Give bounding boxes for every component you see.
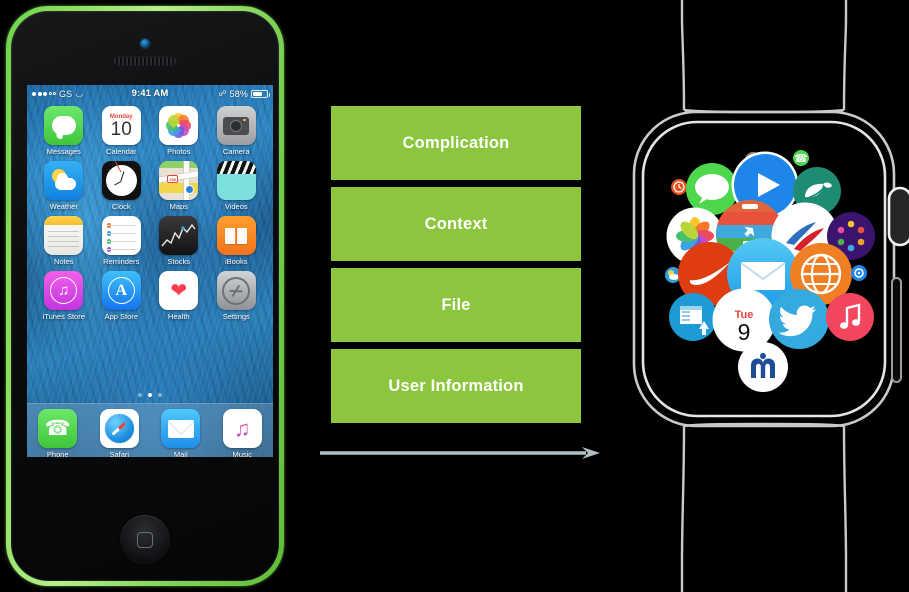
box-user-information[interactable]: User Information [331,349,581,423]
app-itunes-store[interactable]: ♫ iTunes Store [35,271,93,321]
clock-label: 9:41 AM [131,88,169,99]
app-label: Reminders [103,257,140,266]
dock-item-safari[interactable]: Safari [99,409,139,457]
photos-icon [159,106,199,145]
maps-icon: 280 [159,161,199,200]
iphone-body: GS ◡ 9:41 AM ☍ 58% Messages Monday 10 Ca… [11,11,279,581]
dock-label: Safari [109,450,130,457]
health-icon: ❤ [159,271,199,310]
app-store-icon: A [101,271,141,310]
side-button[interactable] [891,277,902,383]
safari-icon [99,409,139,448]
status-bar: GS ◡ 9:41 AM ☍ 58% [27,85,273,102]
box-label: Complication [402,133,510,152]
app-label: Weather [49,202,78,211]
settings-gear-small-icon[interactable] [851,265,867,281]
box-context[interactable]: Context [331,187,581,261]
app-camera[interactable]: Camera [208,106,266,156]
app-label: Photos [167,147,191,156]
app-calendar[interactable]: Monday 10 Calendar [93,106,151,156]
clock-icon [101,161,141,200]
calendar-day-label: 10 [110,118,132,140]
app-label: iTunes Store [42,312,85,321]
app-maps[interactable]: 280 Maps [150,161,208,211]
app-label: Notes [53,257,74,266]
app-weather[interactable]: Weather [35,161,93,211]
app-label: Clock [111,202,131,211]
app-label: Stocks [167,257,190,266]
app-health[interactable]: ❤ Health [150,271,208,321]
calendar-day-label: 9 [737,318,751,345]
mail-icon [161,409,201,448]
transfer-arrow [320,447,600,459]
dock-label: Mail [173,450,188,457]
videos-icon [216,161,256,200]
front-camera-icon [140,39,150,48]
calendar-icon[interactable]: Tue 9 [715,291,773,349]
iphone-device: GS ◡ 9:41 AM ☍ 58% Messages Monday 10 Ca… [6,6,284,586]
weather-icon [44,161,84,200]
itunes-store-icon: ♫ [44,271,84,310]
app-videos[interactable]: Videos [208,161,266,211]
app-label: Videos [224,202,248,211]
app-clock[interactable]: Clock [93,161,151,211]
maps-shield-label: 280 [167,175,179,183]
twitter-icon[interactable] [769,289,829,349]
dock-label: Music [232,450,253,457]
phone-small-icon[interactable]: ☎ [793,150,809,166]
dock-item-music[interactable]: ♫ Music [222,409,262,457]
iphone-screen[interactable]: GS ◡ 9:41 AM ☍ 58% Messages Monday 10 Ca… [27,85,273,457]
app-label: Maps [169,202,188,211]
music-icon: ♫ [222,409,262,448]
dock-label: Phone [46,450,69,457]
app-notes[interactable]: Notes [35,216,93,266]
box-label: Context [424,214,488,233]
messages-icon [44,106,84,145]
stocks-icon [159,216,199,255]
apple-watch-device: ☎ Tue 9 [620,0,909,592]
app-label: Camera [222,147,250,156]
app-label: App Store [104,312,138,321]
home-button[interactable] [120,515,170,565]
battery-icon [251,89,270,98]
app-label: iBooks [224,257,248,266]
box-file[interactable]: File [331,268,581,342]
music-icon[interactable] [826,293,874,341]
keynote-icon[interactable] [669,293,717,341]
settings-icon [216,271,256,310]
app-label: Settings [222,312,250,321]
dock-item-phone[interactable]: ☎ Phone [38,409,78,457]
app-settings[interactable]: Settings [208,271,266,321]
box-complication[interactable]: Complication [331,106,581,180]
app-photos[interactable]: Photos [150,106,208,156]
app-reminders[interactable]: Reminders [93,216,151,266]
data-type-boxes: Complication Context File User Informati… [331,106,581,430]
camera-icon [216,106,256,145]
app-icon-grid: Messages Monday 10 Calendar Photos Camer… [27,106,273,321]
app-stocks[interactable]: Stocks [150,216,208,266]
box-label: File [441,295,471,314]
app-messages[interactable]: Messages [35,106,93,156]
notes-icon [44,216,84,255]
clock-small-icon[interactable] [671,179,687,195]
watch-home-screen[interactable]: ☎ Tue 9 [651,139,875,407]
app-app-store[interactable]: A App Store [93,271,151,321]
reminders-icon [101,216,141,255]
phone-icon: ☎ [38,409,78,448]
ibooks-icon [216,216,256,255]
dock-item-mail[interactable]: Mail [161,409,201,457]
app-ibooks[interactable]: iBooks [208,216,266,266]
app-label: Health [167,312,190,321]
page-indicator-dots [27,393,273,397]
digital-crown[interactable] [887,186,909,247]
calendar-icon: Monday 10 [101,106,141,145]
mercury-m-icon[interactable] [738,342,788,392]
app-label: Messages [46,147,81,156]
dock: ☎ Phone Safari Mail ♫ Music [27,403,273,457]
app-label: Calendar [106,147,137,156]
earpiece-speaker [114,57,176,65]
box-label: User Information [388,376,524,395]
